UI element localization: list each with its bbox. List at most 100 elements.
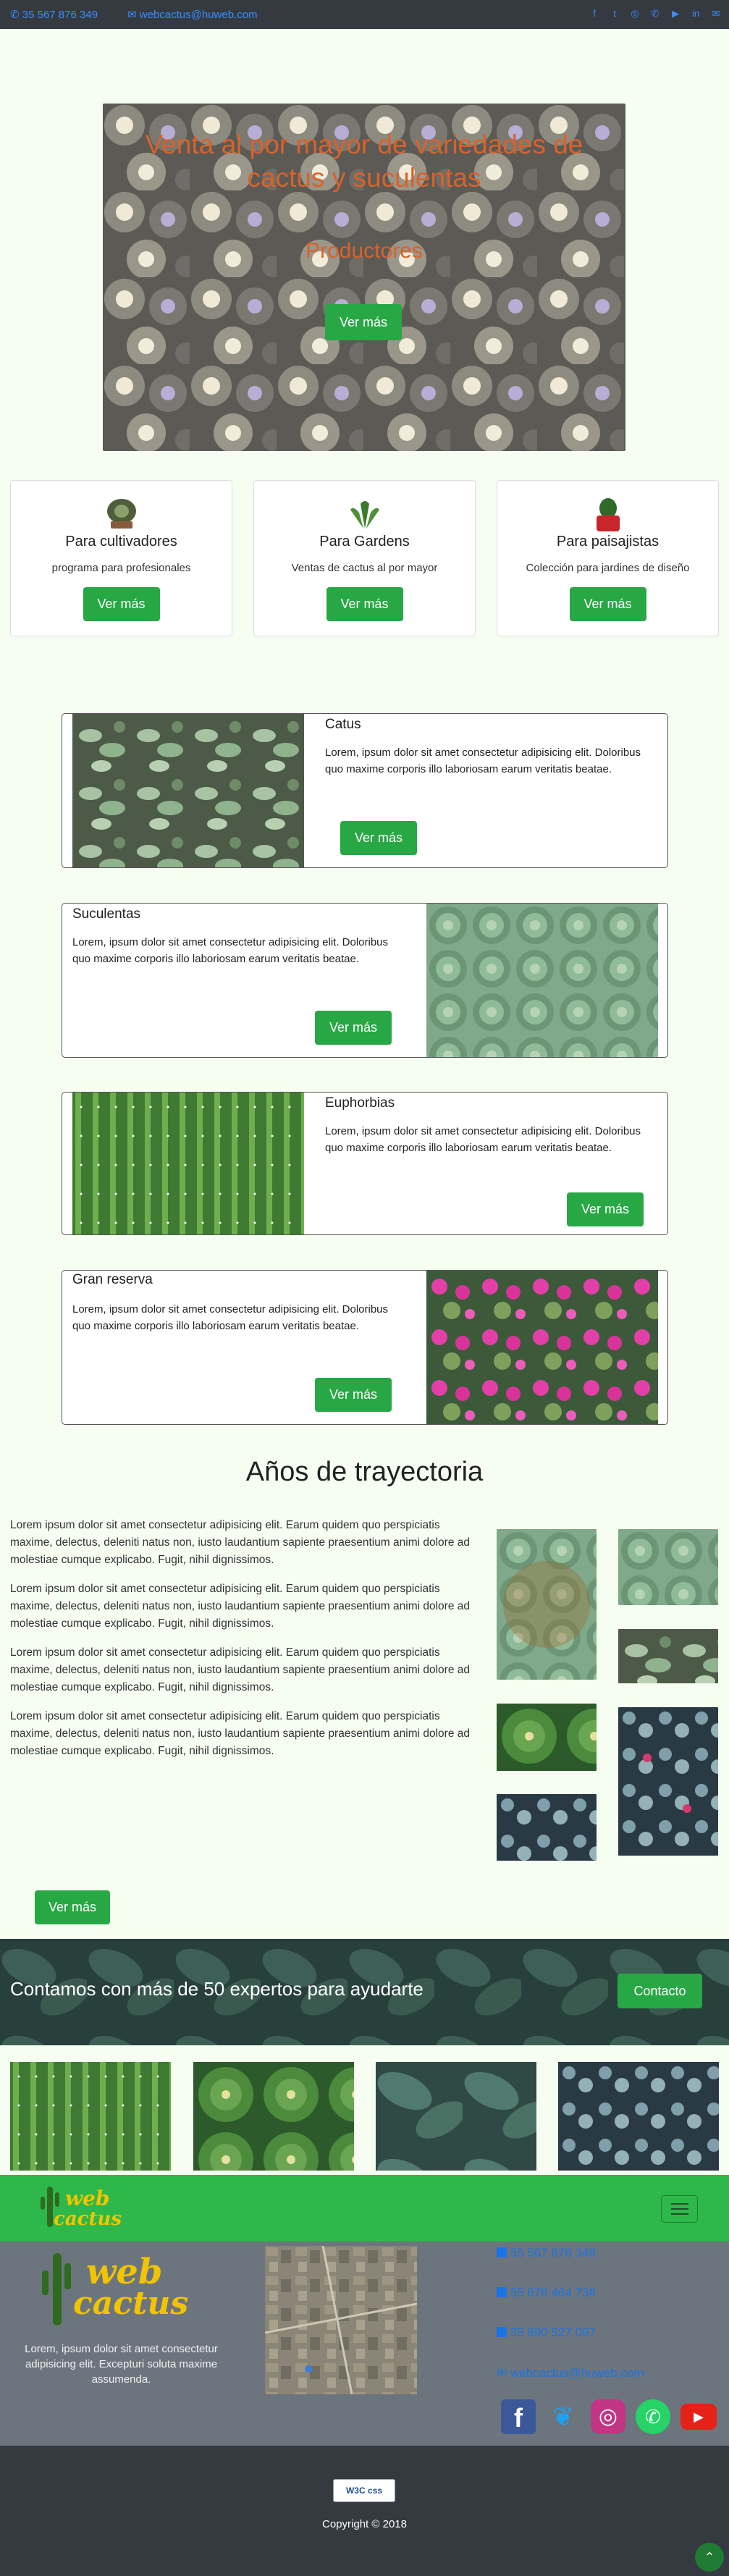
card-cultivadores: Para cultivadores programa para profesio… — [10, 480, 232, 636]
product-text: Lorem, ipsum dolor sit amet consectetur … — [72, 936, 389, 965]
hamburger-icon — [671, 2203, 688, 2205]
top-phone[interactable]: ✆ 35 567 876 349 — [10, 8, 98, 21]
top-email-text: webcactus@huweb.com — [139, 9, 258, 21]
navbar-toggle-button[interactable] — [661, 2195, 698, 2223]
product-title: Euphorbias — [325, 1095, 395, 1111]
product-text: Lorem, ipsum dolor sit amet consectetur … — [72, 1303, 389, 1332]
copyright-text: Copyright © 2018 — [322, 2518, 407, 2530]
product-card-gran-reserva: Gran reserva Lorem, ipsum dolor sit amet… — [62, 1270, 668, 1425]
twitter-icon[interactable]: t — [609, 8, 620, 20]
contact-button[interactable]: Contacto — [618, 1974, 702, 2008]
phone-square-icon — [497, 2247, 507, 2257]
history-title: Años de trayectoria — [245, 1457, 484, 1487]
phone-square-icon — [497, 2287, 507, 2297]
card-title: Para paisajistas — [556, 534, 660, 550]
instagram-icon[interactable]: ◎ — [629, 8, 641, 20]
envelope-icon: ✉ — [127, 9, 137, 21]
envelope-icon: ✉ — [497, 2366, 507, 2380]
card-description: Colección para jardines de diseño — [526, 562, 690, 574]
chevron-up-icon: ⌃ — [704, 2550, 715, 2564]
succulent-icon — [350, 501, 379, 529]
footer-social-links: f ❦ ◎ ✆ ▶ — [501, 2399, 717, 2434]
product-title: Gran reserva — [72, 1272, 153, 1287]
card-more-button[interactable]: Ver más — [83, 587, 160, 621]
product-title: Suculentas — [72, 906, 141, 922]
whatsapp-icon[interactable]: ✆ — [636, 2399, 670, 2434]
hero-title: Venta al por mayor de variedades de cact… — [145, 130, 583, 193]
facebook-icon[interactable]: f — [501, 2399, 536, 2434]
card-title: Para cultivadores — [65, 534, 177, 550]
logo-word-cactus: cactus — [54, 2208, 122, 2230]
bottom-bar: W3C css Copyright © 2018 ⌃ — [0, 2446, 729, 2576]
footer: web cactus Lorem, ipsum dolor sit amet c… — [0, 2242, 729, 2446]
gallery-image — [497, 1794, 597, 1861]
top-social-links: f t ◎ ✆ ▶ in ✉ — [589, 8, 722, 20]
navbar-logo[interactable]: web cactus — [39, 2184, 126, 2231]
red-pot-cactus-icon — [596, 498, 620, 531]
product-more-button[interactable]: Ver más — [315, 1011, 392, 1045]
gallery-image — [618, 1629, 718, 1683]
card-description: Ventas de cactus al por mayor — [291, 562, 438, 574]
footer-phone[interactable]: 35 567 876 349 — [497, 2246, 596, 2260]
footer-map[interactable] — [265, 2246, 417, 2394]
gallery-image — [618, 1529, 718, 1605]
gallery-image — [497, 1704, 597, 1771]
gallery-thumbnail — [193, 2062, 354, 2171]
linkedin-icon[interactable]: in — [690, 8, 701, 20]
top-phone-text: 35 567 876 349 — [22, 9, 98, 21]
product-image — [426, 904, 658, 1057]
card-more-button[interactable]: Ver más — [569, 587, 646, 621]
card-more-button[interactable]: Ver más — [326, 587, 403, 621]
product-more-button[interactable]: Ver más — [315, 1378, 392, 1412]
footer-phone[interactable]: 35 678 464 736 — [497, 2286, 596, 2300]
card-title: Para Gardens — [319, 534, 410, 550]
history-more-button[interactable]: Ver más — [35, 1890, 110, 1924]
whatsapp-icon[interactable]: ✆ — [649, 8, 661, 20]
youtube-icon[interactable]: ▶ — [670, 8, 681, 20]
scroll-top-button[interactable]: ⌃ — [695, 2543, 724, 2572]
card-gardens: Para Gardens Ventas de cactus al por may… — [253, 480, 476, 636]
product-more-button[interactable]: Ver más — [340, 821, 417, 855]
logo-word-cactus: cactus — [73, 2285, 189, 2322]
history-paragraph: Lorem ipsum dolor sit amet consectetur a… — [10, 1646, 471, 1693]
product-image — [426, 1271, 658, 1424]
gallery-thumbnail — [558, 2062, 719, 2171]
product-card-euphorbias: Euphorbias Lorem, ipsum dolor sit amet c… — [62, 1092, 668, 1235]
history-paragraph: Lorem ipsum dolor sit amet consectetur a… — [10, 1710, 471, 1757]
product-more-button[interactable]: Ver más — [567, 1192, 644, 1226]
footer-logo: web cactus — [40, 2249, 221, 2328]
hero-subtitle: Productores — [305, 239, 423, 263]
gallery-thumbnail — [10, 2062, 171, 2171]
logo-word-web: web — [65, 2186, 110, 2210]
footer-about: Lorem, ipsum dolor sit amet consectetur … — [25, 2343, 218, 2386]
email-icon[interactable]: ✉ — [710, 8, 722, 20]
top-contact-bar: ✆ 35 567 876 349 ✉ webcactus@huweb.com f… — [0, 0, 729, 29]
gallery-thumbnail — [376, 2062, 536, 2171]
w3c-css-badge[interactable]: W3C css — [333, 2479, 395, 2502]
product-text: Lorem, ipsum dolor sit amet consectetur … — [325, 746, 641, 775]
facebook-icon[interactable]: f — [589, 8, 600, 20]
gallery-image — [618, 1707, 718, 1856]
history-paragraph: Lorem ipsum dolor sit amet consectetur a… — [10, 1519, 471, 1566]
hero-banner: Venta al por mayor de variedades de cact… — [103, 104, 625, 451]
footer-phone[interactable]: 35 890 527 097 — [497, 2325, 596, 2340]
card-description: programa para profesionales — [51, 562, 191, 574]
gallery-image — [497, 1529, 597, 1680]
hero-more-button[interactable]: Ver más — [325, 304, 402, 340]
top-email[interactable]: ✉ webcactus@huweb.com — [127, 8, 258, 21]
card-paisajistas: Para paisajistas Colección para jardines… — [497, 480, 719, 636]
phone-square-icon — [497, 2327, 507, 2337]
instagram-icon[interactable]: ◎ — [591, 2399, 625, 2434]
experts-banner: Contamos con más de 50 expertos para ayu… — [0, 1939, 729, 2045]
product-image — [72, 1093, 304, 1234]
product-card-suculentas: Suculentas Lorem, ipsum dolor sit amet c… — [62, 903, 668, 1058]
footer-email[interactable]: ✉ webcactus@huweb.com — [497, 2366, 644, 2381]
history-paragraph: Lorem ipsum dolor sit amet consectetur a… — [10, 1583, 471, 1630]
product-text: Lorem, ipsum dolor sit amet consectetur … — [325, 1125, 641, 1154]
twitter-icon[interactable]: ❦ — [546, 2399, 581, 2434]
cactus-pot-icon — [106, 499, 136, 529]
product-image — [72, 714, 304, 867]
main-navbar: web cactus — [0, 2175, 729, 2242]
phone-icon: ✆ — [10, 9, 20, 21]
youtube-icon[interactable]: ▶ — [680, 2404, 717, 2430]
